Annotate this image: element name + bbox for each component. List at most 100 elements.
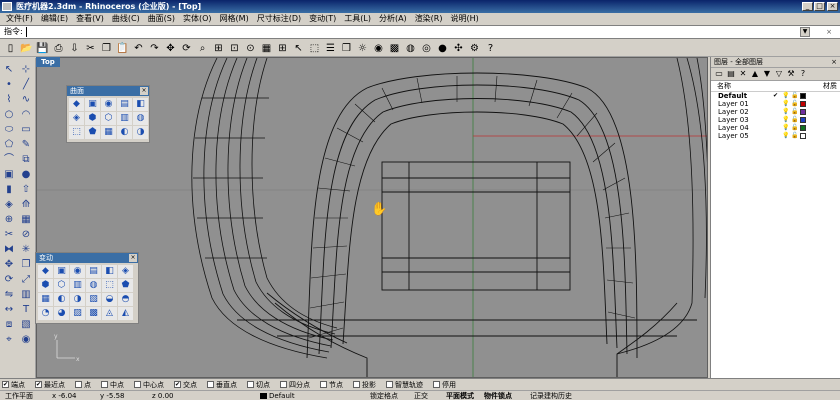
osnap-checkbox[interactable]: ✔ [174, 381, 181, 388]
minimize-button[interactable]: _ [802, 2, 813, 11]
curve-icon[interactable]: ∿ [18, 92, 34, 107]
layer-lock-icon[interactable]: 🔓 [791, 132, 798, 139]
surface-icon[interactable]: ◈ [1, 197, 17, 212]
transform-tool-16-icon[interactable]: ▧ [86, 293, 101, 306]
osnap-option[interactable]: ✔ 端点 [2, 380, 25, 390]
layer-color-swatch[interactable] [800, 109, 806, 115]
polygon-icon[interactable]: ⬠ [1, 137, 17, 152]
print-icon[interactable]: ⎙ [52, 42, 65, 55]
surface-tool-10-icon[interactable]: ◍ [133, 112, 148, 125]
menu-item-3[interactable]: 曲线(C) [108, 13, 144, 25]
rhino-app-icon[interactable] [2, 2, 12, 11]
dimension-icon[interactable]: ↔ [1, 302, 17, 317]
undo-icon[interactable]: ↶ [132, 42, 145, 55]
sphere-icon[interactable]: ● [436, 42, 449, 55]
surface-tool-6-icon[interactable]: ◈ [69, 112, 84, 125]
copy-icon[interactable]: ❐ [100, 42, 113, 55]
current-layer-check-icon[interactable] [773, 100, 779, 107]
extrude-icon[interactable]: ⇧ [18, 182, 34, 197]
surface-tool-4-icon[interactable]: ▤ [117, 98, 132, 111]
menu-item-1[interactable]: 编辑(E) [37, 13, 72, 25]
current-layer-check-icon[interactable] [773, 132, 779, 139]
layer-lock-icon[interactable]: 🔓 [791, 108, 798, 115]
osnap-option[interactable]: 点 [75, 380, 91, 390]
transform-tool-3-icon[interactable]: ◉ [70, 265, 85, 278]
help-icon[interactable]: ? [484, 42, 497, 55]
open-file-icon[interactable]: 📂 [20, 42, 33, 55]
color-wheel-icon[interactable]: ◍ [404, 42, 417, 55]
import-icon[interactable]: ⇩ [68, 42, 81, 55]
transform-tool-9-icon[interactable]: ▥ [70, 279, 85, 292]
osnap-checkbox[interactable] [320, 381, 327, 388]
layer-visibility-icon[interactable]: 💡 [782, 132, 789, 139]
transform-tool-18-icon[interactable]: ◓ [118, 293, 133, 306]
surface-tool-2-icon[interactable]: ▣ [85, 98, 100, 111]
transform-tool-20-icon[interactable]: ◕ [54, 307, 69, 320]
boolean-icon[interactable]: ⊕ [1, 212, 17, 227]
transform-tool-15-icon[interactable]: ◑ [70, 293, 85, 306]
layer-color-swatch[interactable] [800, 117, 806, 123]
line-icon[interactable]: ╱ [18, 77, 34, 92]
grid-snap-toggle[interactable]: 锁定格点 [370, 391, 398, 400]
transform-tool-6-icon[interactable]: ◈ [118, 265, 133, 278]
menu-item-0[interactable]: 文件(F) [2, 13, 37, 25]
polyline-icon[interactable]: ⌇ [1, 92, 17, 107]
command-history-dropdown[interactable]: ▼ [800, 27, 810, 37]
offset-icon[interactable]: ⧉ [18, 152, 34, 167]
light-icon[interactable]: ☼ [356, 42, 369, 55]
transform-tool-1-icon[interactable]: ◆ [38, 265, 53, 278]
rectangle-icon[interactable]: ▭ [18, 122, 34, 137]
transform-tool-4-icon[interactable]: ▤ [86, 265, 101, 278]
transform-tool-10-icon[interactable]: ◍ [86, 279, 101, 292]
transform-tool-13-icon[interactable]: ▦ [38, 293, 53, 306]
osnap-checkbox[interactable] [207, 381, 214, 388]
split-icon[interactable]: ⊘ [18, 227, 34, 242]
layer-color-swatch[interactable] [800, 125, 806, 131]
select-icon[interactable]: ↖ [292, 42, 305, 55]
zoom-icon[interactable]: ⌕ [196, 42, 209, 55]
layer-visibility-icon[interactable]: 💡 [782, 108, 789, 115]
command-close-icon[interactable]: × [824, 27, 834, 37]
zoom-window-icon[interactable]: ⊞ [212, 42, 225, 55]
point-icon[interactable]: • [1, 77, 17, 92]
osnap-checkbox[interactable] [247, 381, 254, 388]
transform-tool-2-icon[interactable]: ▣ [54, 265, 69, 278]
surface-tool-7-icon[interactable]: ⬢ [85, 112, 100, 125]
cut-icon[interactable]: ✂ [84, 42, 97, 55]
layer-tools-icon[interactable]: ⚒ [786, 69, 796, 79]
redo-icon[interactable]: ↷ [148, 42, 161, 55]
osnap-option[interactable]: 中心点 [134, 380, 164, 390]
new-layer-icon[interactable]: ▭ [714, 69, 724, 79]
transform-tool-11-icon[interactable]: ⬚ [102, 279, 117, 292]
loft-icon[interactable]: ⟰ [18, 197, 34, 212]
osnap-option[interactable]: ✔ 交点 [174, 380, 197, 390]
mirror-icon[interactable]: ⇋ [1, 287, 17, 302]
trim-icon[interactable]: ✂ [1, 227, 17, 242]
new-file-icon[interactable]: ▯ [4, 42, 17, 55]
layer-visibility-icon[interactable]: 💡 [782, 116, 789, 123]
analyze-icon[interactable]: ⌖ [1, 332, 17, 347]
filter-icon[interactable]: ▽ [774, 69, 784, 79]
transform-tool-22-icon[interactable]: ▩ [86, 307, 101, 320]
paste-icon[interactable]: 📋 [116, 42, 129, 55]
osnap-checkbox[interactable] [101, 381, 108, 388]
move-up-icon[interactable]: ▲ [750, 69, 760, 79]
menu-item-6[interactable]: 网格(M) [216, 13, 253, 25]
surface-tool-15-icon[interactable]: ◑ [133, 126, 148, 139]
surface-tool-3-icon[interactable]: ◉ [101, 98, 116, 111]
zoom-extents-icon[interactable]: ⊡ [228, 42, 241, 55]
surface-tool-8-icon[interactable]: ⬡ [101, 112, 116, 125]
transform-tool-7-icon[interactable]: ⬢ [38, 279, 53, 292]
osnap-option[interactable]: 中点 [101, 380, 124, 390]
arc-icon[interactable]: ◠ [18, 107, 34, 122]
menu-item-12[interactable]: 说明(H) [447, 13, 483, 25]
options-icon[interactable]: ⚙ [468, 42, 481, 55]
layer-lock-icon[interactable]: 🔓 [791, 116, 798, 123]
current-layer-check-icon[interactable]: ✔ [773, 92, 779, 99]
move-icon[interactable]: ✥ [1, 257, 17, 272]
rotate-icon[interactable]: ⟳ [1, 272, 17, 287]
array-icon[interactable]: ▥ [18, 287, 34, 302]
layer-row[interactable]: Layer 01 💡 🔓 [711, 100, 840, 108]
render-icon[interactable]: ◉ [372, 42, 385, 55]
surface-palette[interactable]: 曲面 × ◆ ▣ ◉ ▤ ◧ ◈ ⬢ ⬡ ▥ ◍ ⬚ ⬟ ▦ ◐ ◑ [66, 85, 150, 143]
